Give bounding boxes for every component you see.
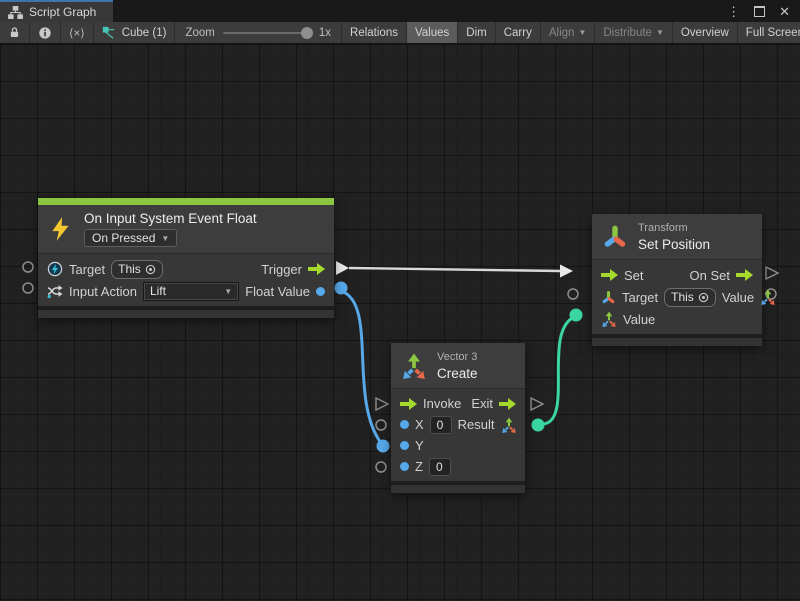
row-invoke: Invoke Exit	[391, 393, 525, 414]
title-bar: Script Graph ⋮ ✕	[0, 0, 800, 22]
align-button[interactable]: Align▼	[541, 22, 596, 43]
zoom-label: Zoom	[185, 27, 214, 39]
node-title: On Input System Event Float	[84, 211, 257, 226]
row-z: Z 0	[391, 456, 525, 477]
value-out-label: Value	[722, 290, 754, 305]
values-button[interactable]: Values	[407, 22, 458, 43]
vector3-icon	[501, 417, 517, 433]
caret-down-icon: ▼	[224, 287, 232, 296]
script-graph-icon	[8, 6, 23, 19]
info-button[interactable]	[30, 22, 61, 43]
vector3-icon	[601, 311, 617, 327]
y-port-dot[interactable]	[400, 441, 409, 450]
carry-button[interactable]: Carry	[496, 22, 541, 43]
row-x: X 0 Result	[391, 414, 525, 435]
vector3-icon	[401, 353, 427, 379]
input-action-icon	[47, 283, 63, 299]
breadcrumb-label: Cube (1)	[122, 27, 167, 39]
target-this-chip[interactable]: This	[111, 260, 163, 279]
menu-kebab-icon[interactable]: ⋮	[727, 5, 740, 18]
control-arrow-icon	[499, 398, 516, 410]
result-label: Result	[458, 417, 495, 432]
target-label: Target	[622, 290, 658, 305]
zoom-slider[interactable]	[223, 32, 311, 34]
row-target: Target This Value	[592, 286, 762, 308]
exit-label: Exit	[471, 396, 493, 411]
control-arrow-icon	[308, 263, 325, 275]
node-footer	[391, 481, 525, 493]
node-footer	[592, 334, 762, 346]
row-value-in: Value	[592, 308, 762, 330]
event-target-icon	[47, 261, 63, 277]
node-title: Set Position	[638, 237, 710, 252]
overview-button[interactable]: Overview	[673, 22, 738, 43]
graph-toolbar: ⟨×⟩ Cube (1) Zoom 1x Relations Values Di…	[0, 22, 800, 44]
float-value-port-dot[interactable]	[316, 287, 325, 296]
dim-button[interactable]: Dim	[458, 22, 495, 43]
event-accent-bar	[38, 198, 334, 205]
variables-toggle-button[interactable]: ⟨×⟩	[61, 22, 94, 43]
breadcrumb[interactable]: Cube (1)	[94, 22, 176, 43]
on-set-label: On Set	[690, 268, 730, 283]
z-value-field[interactable]: 0	[429, 458, 451, 476]
maximize-icon[interactable]	[754, 6, 765, 17]
z-port-dot[interactable]	[400, 462, 409, 471]
node-on-input-system-event-float[interactable]: On Input System Event Float On Pressed ▼…	[38, 198, 334, 318]
vector3-icon	[760, 289, 776, 305]
control-arrow-icon	[601, 269, 618, 281]
float-value-label: Float Value	[245, 284, 310, 299]
graph-asset-icon	[102, 26, 116, 40]
event-type-dropdown[interactable]: On Pressed ▼	[84, 229, 177, 247]
lock-icon	[8, 26, 21, 39]
zoom-control: Zoom 1x	[175, 22, 341, 43]
object-picker-icon	[698, 292, 709, 303]
control-arrow-icon	[736, 269, 753, 281]
node-set-position[interactable]: Transform Set Position Set On Set	[592, 214, 762, 346]
row-y: Y	[391, 435, 525, 456]
value-in-label: Value	[623, 312, 655, 327]
node-title: Create	[437, 366, 478, 381]
unity-script-graph-window: Script Graph ⋮ ✕ ⟨×⟩	[0, 0, 800, 601]
row-target: Target This Trigger	[38, 258, 334, 280]
input-action-dropdown[interactable]: Lift ▼	[143, 282, 239, 301]
target-this-chip[interactable]: This	[664, 288, 716, 307]
x-port-dot[interactable]	[400, 420, 409, 429]
control-arrow-icon	[400, 398, 417, 410]
full-screen-button[interactable]: Full Screen	[738, 22, 800, 43]
transform-icon	[602, 224, 628, 250]
caret-down-icon: ▼	[578, 28, 586, 37]
transform-icon-small	[601, 290, 616, 305]
lock-button[interactable]	[0, 22, 30, 43]
window-controls: ⋮ ✕	[727, 0, 800, 22]
node-category: Transform	[638, 222, 710, 234]
info-icon	[38, 26, 52, 40]
input-action-label: Input Action	[69, 284, 137, 299]
row-input-action: Input Action Lift ▼ Float Value	[38, 280, 334, 302]
y-label: Y	[415, 438, 424, 453]
node-footer	[38, 306, 334, 318]
zoom-value: 1x	[319, 27, 331, 39]
close-icon[interactable]: ✕	[779, 5, 790, 18]
distribute-button[interactable]: Distribute▼	[595, 22, 673, 43]
target-label: Target	[69, 262, 105, 277]
trigger-label: Trigger	[261, 262, 302, 277]
row-set: Set On Set	[592, 264, 762, 286]
node-vector3-create[interactable]: Vector 3 Create Invoke Exit X 0 Result	[391, 343, 525, 493]
tab-title: Script Graph	[29, 5, 96, 19]
zoom-slider-handle[interactable]	[301, 27, 313, 39]
object-picker-icon	[145, 264, 156, 275]
set-label: Set	[624, 268, 644, 283]
node-category: Vector 3	[437, 351, 478, 363]
variables-toggle-glyph: ⟨×⟩	[69, 26, 85, 40]
caret-down-icon: ▼	[161, 234, 169, 243]
relations-button[interactable]: Relations	[342, 22, 407, 43]
tab-script-graph[interactable]: Script Graph	[0, 0, 113, 22]
x-label: X	[415, 417, 424, 432]
lightning-bolt-icon	[48, 216, 74, 242]
z-label: Z	[415, 459, 423, 474]
x-value-field[interactable]: 0	[430, 416, 452, 434]
invoke-label: Invoke	[423, 396, 461, 411]
caret-down-icon: ▼	[656, 28, 664, 37]
